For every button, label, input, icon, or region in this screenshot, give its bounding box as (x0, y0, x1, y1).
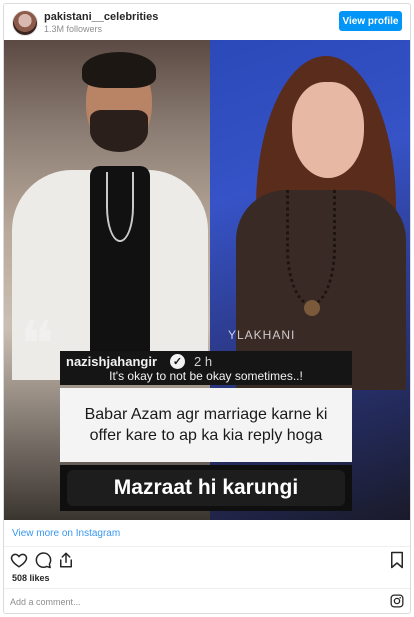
avatar[interactable] (12, 10, 38, 36)
answer-box: Mazraat hi karungi (60, 465, 352, 511)
instagram-embed: pakistani__celebrities 1.3M followers Vi… (3, 3, 411, 614)
instagram-icon[interactable] (390, 594, 404, 608)
quote-mark-icon: ❝ (20, 308, 55, 382)
answer-text: Mazraat hi karungi (67, 470, 345, 506)
question-text: Babar Azam agr marriage karne ki offer k… (60, 388, 352, 462)
woman-necklace (286, 190, 336, 306)
divider (4, 546, 410, 547)
like-count[interactable]: 508 likes (12, 573, 50, 583)
divider (4, 588, 410, 589)
heart-icon[interactable] (10, 551, 28, 569)
man-beard (90, 110, 148, 152)
story-header: nazishjahangir ✓ 2 h It's okay to not be… (60, 351, 352, 385)
action-bar (4, 551, 410, 571)
story-caption: It's okay to not be okay sometimes..! (109, 369, 303, 383)
comment-icon[interactable] (34, 551, 52, 569)
watermark: YLAKHANI (228, 328, 296, 342)
man-chain (106, 172, 134, 242)
account-name[interactable]: pakistani__celebrities (44, 11, 158, 23)
woman-pendant (304, 300, 320, 316)
follower-count: 1.3M followers (44, 24, 103, 34)
view-more-link[interactable]: View more on Instagram (12, 528, 120, 539)
story-username: nazishjahangir (66, 354, 158, 369)
verified-icon: ✓ (170, 354, 185, 369)
post-image[interactable]: ❝ YLAKHANI nazishjahangir ✓ 2 h It's oka… (4, 40, 410, 520)
share-icon[interactable] (57, 551, 75, 569)
story-time: 2 h (194, 354, 213, 369)
man-hair (82, 52, 156, 88)
bookmark-icon[interactable] (388, 551, 406, 569)
view-profile-button[interactable]: View profile (339, 11, 402, 31)
comment-input[interactable] (10, 594, 380, 610)
woman-face (292, 82, 364, 178)
post-header: pakistani__celebrities 1.3M followers Vi… (4, 4, 410, 40)
